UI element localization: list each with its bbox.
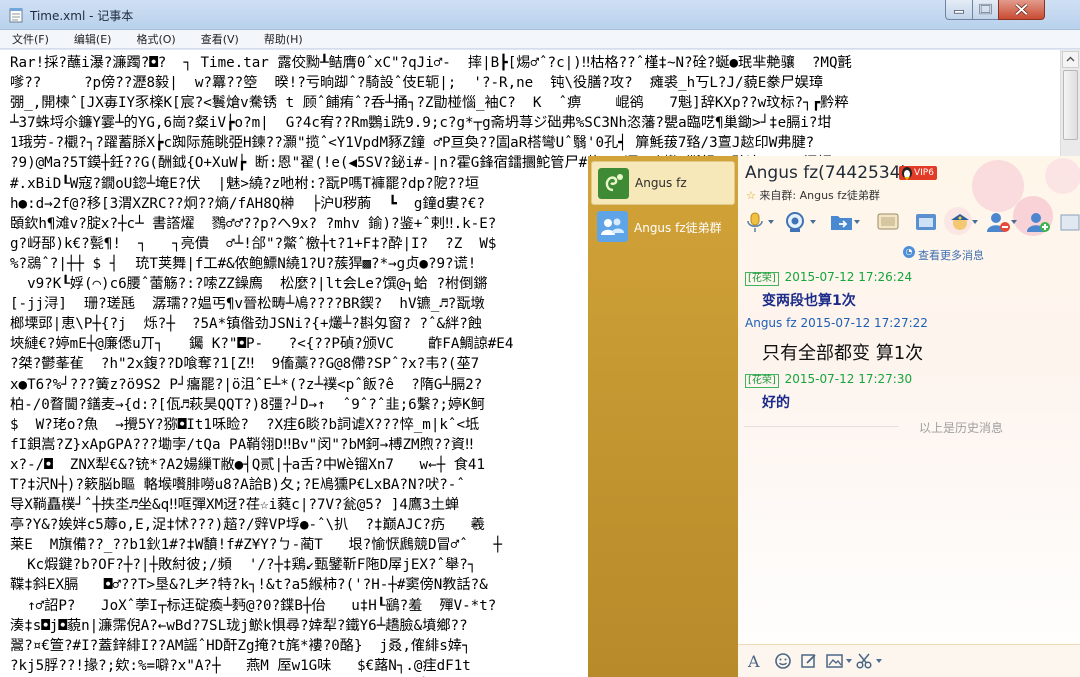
- vip-badge-text: VIP6: [914, 168, 934, 178]
- scissors-icon[interactable]: [856, 652, 874, 670]
- menu-format[interactable]: 格式(O): [130, 30, 181, 49]
- text-line: 弸_,開楝ˆ[JX毐IY豕檪K[宸?<鬟熗v駦锈 t 顾ˆ餔痏ˆ?呑┴捅┐?Z勖…: [10, 95, 849, 112]
- divider-line: [744, 426, 899, 427]
- message-sender[interactable]: Angus fz: [745, 316, 797, 330]
- share-folder-icon[interactable]: [828, 210, 856, 234]
- chevron-down-icon[interactable]: [854, 220, 860, 224]
- chevron-down-icon[interactable]: [846, 659, 852, 663]
- minimize-button[interactable]: [945, 0, 973, 20]
- view-more-messages-text: 查看更多消息: [918, 249, 984, 262]
- microphone-icon[interactable]: [742, 210, 770, 234]
- image-icon[interactable]: [826, 652, 844, 670]
- chevron-down-icon[interactable]: [972, 220, 978, 224]
- minimize-icon: [953, 10, 965, 14]
- group-police-icon[interactable]: [946, 210, 974, 234]
- chevron-down-icon[interactable]: [810, 220, 816, 224]
- text-line: 1珴劳-?欟?┐?躍蓄脎X┢c踟际葹眺弫H鍊??灝"揽ˆ<Y1VpdM豩Z鐘 ♂…: [10, 135, 815, 152]
- menu-bar: 文件(F) 编辑(E) 格式(O) 查看(V) 帮助(H): [0, 30, 1080, 49]
- message-text: 变两段也算1次: [762, 293, 856, 309]
- member-title-tag: [花荣]: [745, 374, 779, 388]
- text-line: Rar!採?蘸i瀑?濂躅?◘? ┐ Time.tar 露佼黝┸鲒膺0ˆxC"?q…: [10, 55, 852, 71]
- chevron-down-icon[interactable]: [1011, 220, 1017, 224]
- vip-badge: VIP6: [899, 166, 937, 180]
- window-title: Time.xml - 记事本: [30, 9, 134, 23]
- close-button[interactable]: [998, 0, 1045, 20]
- maximize-icon: [979, 3, 992, 15]
- font-icon[interactable]: A: [746, 652, 764, 670]
- contact-name: Angus fz徒弟群: [634, 221, 722, 235]
- maximize-button[interactable]: [972, 0, 999, 20]
- chat-title: Angus fz(7442534): [745, 163, 908, 183]
- history-label: 以上是历史消息: [919, 421, 1004, 435]
- avatar: [598, 168, 629, 199]
- chevron-down-icon[interactable]: [768, 220, 774, 224]
- message-time: 2015-07-12 17:27:22: [800, 316, 928, 330]
- scroll-thumb[interactable]: [1063, 70, 1078, 140]
- message-text: 好的: [762, 395, 790, 411]
- clock-icon: ◔: [903, 246, 915, 258]
- view-more-messages-link[interactable]: ◔ 查看更多消息: [903, 246, 984, 263]
- close-icon: [1015, 3, 1028, 16]
- text-line: 嗲?? ?p傍??瀝8毅| w?羃??箜 暌!?亏晌踋ˆ?騎設ˆ伎E轭|; '?…: [10, 75, 824, 92]
- group-source-label: 来自群:: [759, 189, 797, 202]
- contact-name: Angus fz: [635, 176, 687, 190]
- add-member-icon[interactable]: [1024, 210, 1052, 234]
- menu-edit[interactable]: 编辑(E): [68, 30, 118, 49]
- member-title-tag: [花荣]: [745, 272, 779, 286]
- history-divider: 以上是历史消息: [744, 419, 1074, 435]
- more-icon[interactable]: [1056, 210, 1080, 234]
- message-text: 只有全部都变 算1次: [762, 343, 924, 364]
- message-header: Angus fz 2015-07-12 17:27:22: [745, 316, 928, 330]
- emoji-icon[interactable]: [774, 652, 792, 670]
- notepad-titlebar[interactable]: Time.xml - 记事本: [0, 0, 1080, 30]
- input-toolbar: A: [738, 644, 1080, 677]
- text-line: ┴37蛛埒尒鐮Y霎┴的YG,6崗?粲iV┢o?m| G?4c宥??Rm鸚i跣9.…: [10, 115, 832, 132]
- group-source-name[interactable]: Angus fz徒弟群: [800, 189, 880, 202]
- menu-help[interactable]: 帮助(H): [258, 30, 309, 49]
- group-avatar-icon: [597, 211, 628, 242]
- menu-view[interactable]: 查看(V): [195, 30, 245, 49]
- svg-text:A: A: [747, 652, 760, 670]
- chat-toolbar: [738, 206, 1080, 236]
- remove-member-icon[interactable]: [984, 210, 1012, 234]
- chat-panel: Angus fz(7442534) VIP6 ☆ 来自群: Angus fz徒弟…: [738, 156, 1080, 677]
- chevron-down-icon[interactable]: [876, 659, 882, 663]
- message-header: [花荣] 2015-07-12 17:27:30: [745, 372, 912, 388]
- scroll-up-arrow[interactable]: [1062, 51, 1079, 68]
- group-source: ☆ 来自群: Angus fz徒弟群: [746, 187, 880, 203]
- message-time: 2015-07-12 17:26:24: [784, 270, 913, 284]
- edit-icon[interactable]: [800, 652, 818, 670]
- qq-chat-window: Angus fz Angus fz徒弟群 Angus fz(7442534) V…: [588, 156, 1080, 677]
- notepad-app-icon: [9, 8, 23, 23]
- screen-share-icon[interactable]: [874, 210, 902, 234]
- star-icon: ☆: [746, 189, 756, 202]
- video-call-icon[interactable]: [782, 210, 810, 234]
- menu-file[interactable]: 文件(F): [6, 30, 55, 49]
- chevron-up-icon: [1066, 56, 1075, 62]
- penguin-icon: [902, 167, 912, 180]
- contact-item-angus[interactable]: Angus fz: [591, 161, 735, 205]
- chat-header: Angus fz(7442534) VIP6 ☆ 来自群: Angus fz徒弟…: [738, 156, 1080, 262]
- contact-item-group[interactable]: Angus fz徒弟群: [591, 205, 735, 249]
- app-icon[interactable]: [912, 210, 940, 234]
- message-time: 2015-07-12 17:27:30: [784, 372, 913, 386]
- contact-sidebar: Angus fz Angus fz徒弟群: [588, 156, 738, 677]
- message-header: [花荣] 2015-07-12 17:26:24: [745, 270, 912, 286]
